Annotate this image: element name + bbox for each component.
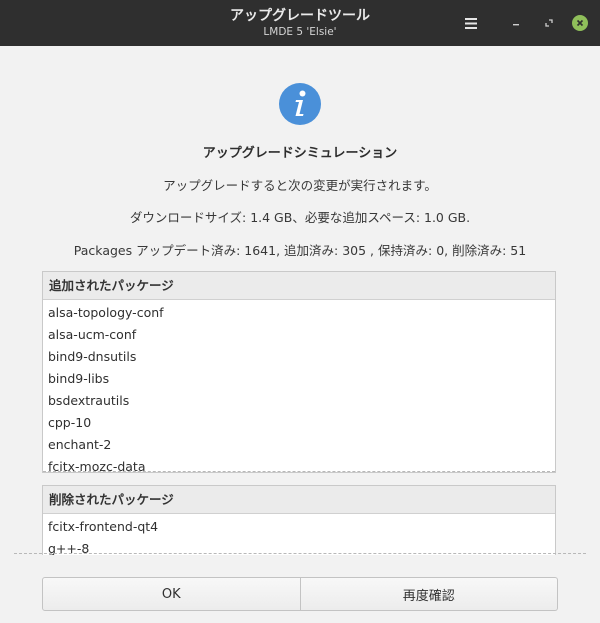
dialog-heading: アップグレードシミュレーション <box>202 146 398 161</box>
ok-button[interactable]: OK <box>42 577 301 611</box>
list-item[interactable]: cpp-10 <box>43 412 555 434</box>
menu-button[interactable] <box>461 13 481 33</box>
list-item[interactable]: bind9-dnsutils <box>43 346 555 368</box>
title-bar: アップグレードツール LMDE 5 'Elsie' <box>0 0 600 46</box>
info-icon <box>279 83 321 125</box>
maximize-button[interactable] <box>539 13 559 33</box>
close-button[interactable] <box>570 13 590 33</box>
added-packages-list[interactable]: alsa-topology-conf alsa-ucm-conf bind9-d… <box>43 300 555 472</box>
close-button-circle <box>572 15 588 31</box>
removed-packages-panel[interactable]: 削除されたパッケージ fcitx-frontend-qt4 g++-8 <box>42 485 556 555</box>
list-item[interactable]: enchant-2 <box>43 434 555 456</box>
scroll-edge-divider <box>14 553 586 554</box>
description-text: アップグレードすると次の変更が実行されます。 <box>163 178 437 193</box>
hamburger-menu-icon <box>465 17 477 29</box>
list-item[interactable]: bsdextrautils <box>43 390 555 412</box>
list-item[interactable]: bind9-libs <box>43 368 555 390</box>
scroll-edge-divider <box>43 471 555 472</box>
added-packages-header[interactable]: 追加されたパッケージ <box>43 272 555 300</box>
download-size-text: ダウンロードサイズ: 1.4 GB、必要な追加スペース: 1.0 GB. <box>129 210 471 225</box>
package-summary-text: Packages アップデート済み: 1641, 追加済み: 305 , 保持済… <box>73 243 527 258</box>
list-item[interactable]: fcitx-frontend-qt4 <box>43 516 555 538</box>
list-item[interactable]: alsa-ucm-conf <box>43 324 555 346</box>
removed-packages-header[interactable]: 削除されたパッケージ <box>43 486 555 514</box>
list-item[interactable]: alsa-topology-conf <box>43 302 555 324</box>
recheck-button[interactable]: 再度確認 <box>300 577 558 611</box>
minimize-icon <box>513 24 519 26</box>
added-packages-panel[interactable]: 追加されたパッケージ alsa-topology-conf alsa-ucm-c… <box>42 271 556 473</box>
minimize-button[interactable] <box>506 13 526 33</box>
dialog-button-row: OK 再度確認 <box>42 577 558 611</box>
close-icon <box>576 19 584 27</box>
maximize-icon <box>545 19 553 27</box>
removed-packages-list[interactable]: fcitx-frontend-qt4 g++-8 <box>43 514 555 555</box>
